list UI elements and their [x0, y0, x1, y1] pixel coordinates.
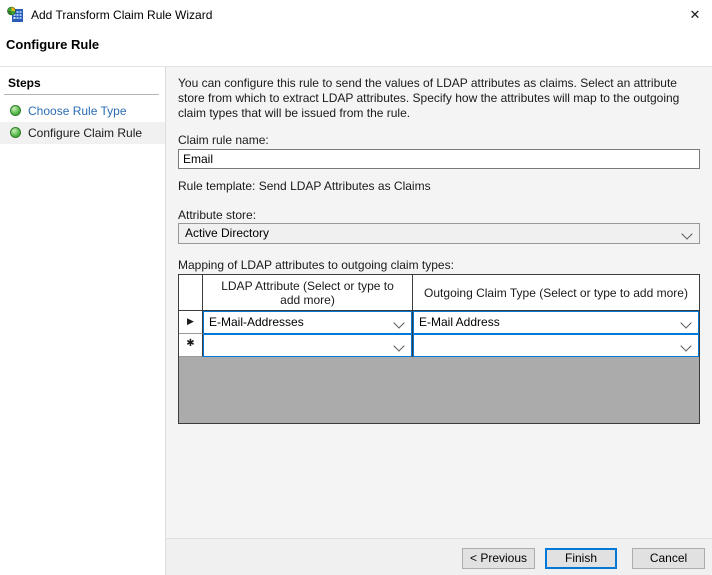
new-row-indicator-icon: ✱	[186, 338, 195, 349]
claim-rule-name-label: Claim rule name:	[178, 133, 269, 147]
ldap-attribute-dropdown[interactable]	[203, 334, 412, 357]
outgoing-claim-type-column-header: Outgoing Claim Type (Select or type to a…	[424, 285, 688, 300]
claim-rule-name-input[interactable]	[178, 149, 700, 169]
rule-template-text: Rule template: Send LDAP Attributes as C…	[178, 179, 431, 193]
attribute-store-dropdown[interactable]: Active Directory	[178, 223, 700, 244]
chevron-down-icon	[680, 340, 692, 352]
sidebar-item-configure-claim-rule[interactable]: Configure Claim Rule	[0, 122, 165, 144]
title-bar: Add Transform Claim Rule Wizard ✕	[0, 0, 712, 30]
ldap-attribute-cell: E-Mail-Addresses	[203, 311, 413, 334]
chevron-down-icon	[393, 340, 405, 352]
attribute-store-value: Active Directory	[185, 226, 270, 240]
ldap-attribute-value: E-Mail-Addresses	[209, 315, 304, 329]
mapping-grid: LDAP Attribute (Select or type to add mo…	[178, 274, 700, 424]
row-selector-header	[179, 275, 203, 310]
page-title: Configure Rule	[6, 37, 100, 52]
steps-divider	[4, 94, 159, 95]
add-transform-claim-rule-wizard-window: Add Transform Claim Rule Wizard ✕ Config…	[0, 0, 712, 575]
window-title: Add Transform Claim Rule Wizard	[31, 8, 213, 22]
step-label[interactable]: Choose Rule Type	[28, 104, 127, 118]
table-row: ✱	[179, 334, 699, 357]
wizard-content: You can configure this rule to send the …	[166, 67, 712, 575]
outgoing-claim-type-cell: E-Mail Address	[413, 311, 699, 334]
step-label: Configure Claim Rule	[28, 126, 143, 140]
attribute-store-label: Attribute store:	[178, 208, 257, 222]
chevron-down-icon	[680, 317, 692, 329]
ldap-attribute-column-header: LDAP Attribute (Select or type to add mo…	[203, 275, 413, 310]
outgoing-claim-type-value: E-Mail Address	[419, 315, 500, 329]
chevron-down-icon	[393, 317, 405, 329]
outgoing-claim-type-dropdown[interactable]	[413, 334, 699, 357]
finish-button[interactable]: Finish	[545, 548, 617, 569]
steps-heading: Steps	[8, 76, 41, 90]
step-complete-icon	[10, 127, 21, 138]
chevron-down-icon	[681, 228, 693, 240]
mapping-label: Mapping of LDAP attributes to outgoing c…	[178, 258, 454, 272]
outgoing-claim-type-dropdown[interactable]: E-Mail Address	[413, 311, 699, 334]
current-row-indicator-icon: ▶	[187, 316, 194, 326]
new-row-selector[interactable]: ✱	[179, 334, 203, 357]
outgoing-claim-type-cell	[413, 334, 699, 357]
current-row-selector[interactable]: ▶	[179, 311, 203, 334]
close-button[interactable]: ✕	[685, 5, 705, 25]
cancel-button[interactable]: Cancel	[632, 548, 705, 569]
adfs-wizard-icon	[7, 6, 24, 23]
previous-button[interactable]: < Previous	[462, 548, 535, 569]
steps-sidebar: Steps Choose Rule Type Configure Claim R…	[0, 67, 166, 575]
table-row: ▶ E-Mail-Addresses E-Mail Address	[179, 311, 699, 334]
rule-description-text: You can configure this rule to send the …	[178, 76, 680, 120]
step-complete-icon	[10, 105, 21, 116]
ldap-attribute-cell	[203, 334, 413, 357]
footer-bar	[166, 539, 712, 575]
sidebar-item-choose-rule-type[interactable]: Choose Rule Type	[0, 100, 165, 122]
ldap-attribute-dropdown[interactable]: E-Mail-Addresses	[203, 311, 412, 334]
grid-header-row: LDAP Attribute (Select or type to add mo…	[179, 275, 699, 311]
